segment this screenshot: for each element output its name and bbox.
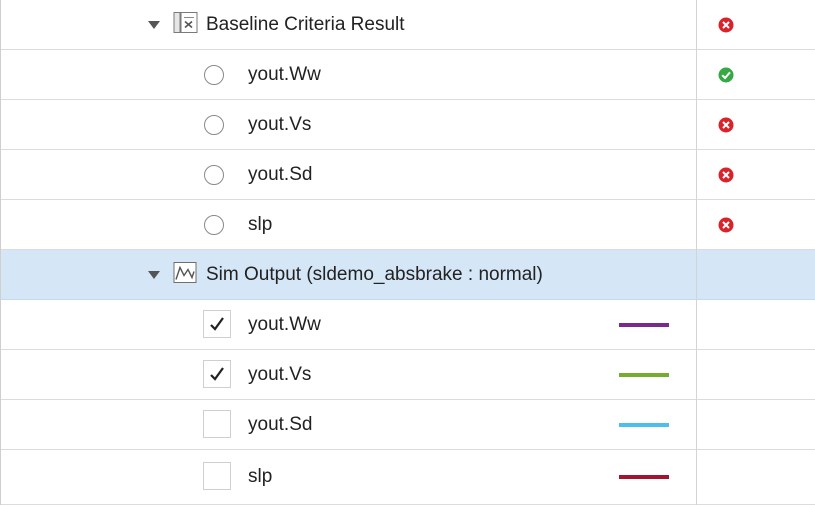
expand-arrow-icon[interactable] — [148, 20, 160, 29]
expand-arrow-icon[interactable] — [148, 270, 160, 279]
signal-radio[interactable] — [204, 214, 224, 235]
line-color-swatch[interactable] — [619, 475, 669, 479]
tree-row-sim-signal[interactable]: yout.Sd — [1, 400, 815, 450]
tree-row-sim-signal[interactable]: yout.Ww — [1, 300, 815, 350]
signal-label: yout.Vs — [248, 363, 312, 385]
line-color-swatch[interactable] — [619, 372, 669, 377]
signal-wave-icon — [173, 261, 197, 288]
signal-label: yout.Sd — [248, 413, 313, 435]
comparison-tree: Baseline Criteria Result yout.Ww yout.Vs — [0, 0, 815, 505]
column-divider[interactable] — [696, 0, 697, 505]
tree-row-baseline-signal[interactable]: yout.Sd — [1, 150, 815, 200]
signal-label: slp — [248, 213, 273, 235]
baseline-label: Baseline Criteria Result — [206, 13, 405, 35]
fail-icon — [718, 117, 734, 138]
signal-checkbox[interactable] — [203, 409, 231, 438]
signal-radio[interactable] — [204, 164, 224, 185]
signal-checkbox[interactable] — [203, 359, 231, 388]
signal-checkbox[interactable] — [203, 309, 231, 338]
tree-row-sim-output[interactable]: Sim Output (sldemo_absbrake : normal) — [1, 250, 815, 300]
sim-output-label: Sim Output (sldemo_absbrake : normal) — [206, 263, 543, 285]
tree-row-baseline-signal[interactable]: slp — [1, 200, 815, 250]
signal-label: slp — [248, 466, 273, 487]
tree-row-baseline-signal[interactable]: yout.Vs — [1, 100, 815, 150]
signal-label: yout.Ww — [248, 63, 321, 85]
signal-label: yout.Vs — [248, 113, 312, 135]
signal-radio[interactable] — [204, 114, 224, 135]
line-color-swatch[interactable] — [619, 422, 669, 427]
fail-icon — [718, 17, 734, 38]
name-cell: Baseline Criteria Result — [1, 0, 696, 49]
fail-icon — [718, 217, 734, 238]
tree-row-sim-signal[interactable]: yout.Vs — [1, 350, 815, 400]
tree-row-sim-signal[interactable]: slp — [1, 450, 815, 505]
tree-row-baseline-criteria-result[interactable]: Baseline Criteria Result — [1, 0, 815, 50]
signal-radio[interactable] — [204, 64, 224, 85]
baseline-report-icon — [173, 11, 199, 38]
fail-icon — [718, 167, 734, 188]
line-color-swatch[interactable] — [619, 322, 669, 327]
signal-label: yout.Ww — [248, 313, 321, 335]
signal-checkbox[interactable] — [203, 462, 231, 490]
pass-icon — [718, 67, 734, 88]
tree-row-baseline-signal[interactable]: yout.Ww — [1, 50, 815, 100]
status-cell — [697, 0, 815, 49]
signal-label: yout.Sd — [248, 163, 313, 185]
